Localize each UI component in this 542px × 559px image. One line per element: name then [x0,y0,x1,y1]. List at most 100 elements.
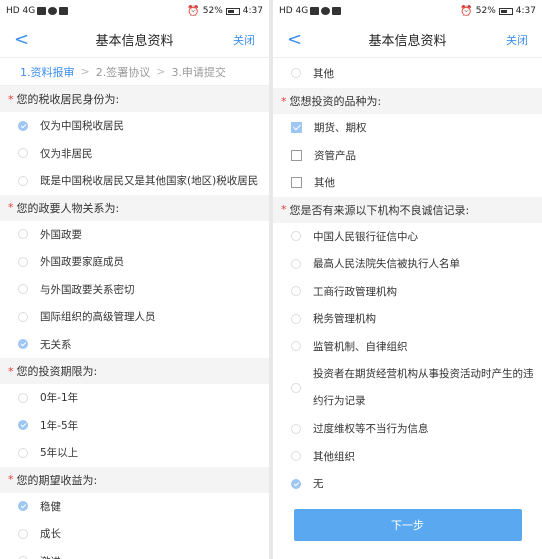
option-court-list[interactable]: 最高人民法院失信被执行人名单 [273,250,542,278]
option-term-1-5[interactable]: 1年-5年 [0,412,269,440]
option-label: 资管产品 [314,149,356,162]
back-icon[interactable]: < [14,29,54,50]
option-foreign-pep[interactable]: 外国政要 [0,221,269,249]
option-dual-resident[interactable]: 既是中国税收居民又是其他国家(地区)税收居民 [0,167,269,195]
nav-bar: < 基本信息资料 关闭 [0,22,269,58]
radio-button[interactable] [18,120,28,131]
option-futures-options[interactable]: 期货、期权 [273,114,542,142]
option-label: 仅为非居民 [40,147,93,160]
option-pep-close[interactable]: 与外国政要关系密切 [0,276,269,304]
next-button-wrap: 下一步 [273,509,542,541]
option-no-relation[interactable]: 无关系 [0,331,269,359]
radio-button[interactable] [291,423,301,434]
radio-button[interactable] [291,68,301,78]
battery-icon [498,7,513,15]
option-pboc-credit[interactable]: 中国人民银行征信中心 [273,223,542,251]
option-return-stable[interactable]: 稳健 [0,493,269,521]
signal-icon [310,7,320,15]
battery-percent: 52% [475,6,496,16]
option-label: 外国政要家庭成员 [40,256,124,269]
option-none[interactable]: 无 [273,470,542,498]
radio-button[interactable] [291,382,301,393]
required-marker: * [8,92,14,106]
option-label: 1年-5年 [40,419,79,432]
option-label: 税务管理机构 [313,313,376,326]
section-title: 您的投资期限为: [16,365,98,378]
option-return-aggressive[interactable]: 激进 [0,548,269,559]
checkbox[interactable] [291,177,302,189]
option-default-record[interactable]: 投资者在期货经营机构从事投资活动时产生的违约行为记录 [273,360,542,415]
radio-button[interactable] [18,175,28,186]
option-return-growth[interactable]: 成长 [0,520,269,548]
option-non-resident[interactable]: 仅为非居民 [0,140,269,168]
section-title: 您是否有来源以下机构不良诚信记录: [289,203,470,217]
option-regulator[interactable]: 监管机制、自律组织 [273,333,542,361]
radio-button[interactable] [291,313,301,324]
radio-button[interactable] [291,478,301,489]
radio-button[interactable] [18,392,28,403]
radio-button[interactable] [18,311,28,322]
radio-button[interactable] [18,420,28,431]
section-tax-residency-header: * 您的税收居民身份为: [0,86,269,112]
status-time: 4:37 [242,6,263,16]
checkbox[interactable] [291,122,302,134]
radio-button[interactable] [18,256,28,267]
option-china-resident[interactable]: 仅为中国税收居民 [0,112,269,140]
chat-icon [321,7,331,15]
radio-button[interactable] [18,339,28,350]
option-label: 外国政要 [40,228,82,241]
radio-button[interactable] [18,284,28,295]
required-marker: * [281,94,287,108]
radio-button[interactable] [18,447,28,458]
radio-button[interactable] [291,231,301,242]
status-bar: HD 4G ⏰ 52% 4:37 [273,0,542,22]
radio-button[interactable] [291,258,301,269]
radio-button[interactable] [18,528,28,539]
option-label: 投资者在期货经营机构从事投资活动时产生的违约行为记录 [313,367,534,407]
option-tax-authority[interactable]: 税务管理机构 [273,305,542,333]
radio-button[interactable] [291,451,301,462]
option-industry-commerce[interactable]: 工商行政管理机构 [273,278,542,306]
required-marker: * [8,473,14,486]
option-term-0-1[interactable]: 0年-1年 [0,384,269,412]
option-label: 0年-1年 [40,392,79,405]
page-title: 基本信息资料 [95,34,174,49]
option-label: 其他 [314,177,335,190]
chat-icon [48,7,58,15]
status-bar: HD 4G ⏰ 52% 4:37 [0,0,269,22]
radio-button[interactable] [18,229,28,240]
option-label: 仅为中国税收居民 [40,120,124,133]
status-network-label: HD 4G [6,6,36,16]
alarm-icon: ⏰ [460,5,473,17]
option-other-prev[interactable]: 其他 [273,58,542,88]
option-improper-rights[interactable]: 过度维权等不当行为信息 [273,415,542,443]
next-button[interactable]: 下一步 [293,509,522,541]
close-button[interactable]: 关闭 [215,32,255,48]
required-marker: * [8,201,14,214]
option-label: 期货、期权 [314,122,367,135]
close-button[interactable]: 关闭 [488,32,528,48]
section-title: 您的税收居民身份为: [16,93,120,106]
section-pep-header: * 您的政要人物关系为: [0,194,269,221]
option-pep-family[interactable]: 外国政要家庭成员 [0,248,269,276]
radio-button[interactable] [18,501,28,512]
option-term-5-plus[interactable]: 5年以上 [0,439,269,467]
checkbox[interactable] [291,149,302,161]
option-asset-mgmt[interactable]: 资管产品 [273,142,542,170]
option-other-org[interactable]: 其他组织 [273,443,542,471]
alarm-icon: ⏰ [187,5,200,17]
radio-button[interactable] [291,341,301,352]
radio-button[interactable] [18,148,28,159]
option-label: 监管机制、自律组织 [313,340,408,353]
back-icon[interactable]: < [287,29,327,50]
option-product-other[interactable]: 其他 [273,169,542,197]
option-label: 成长 [40,528,61,541]
battery-icon [225,7,240,15]
option-label: 中国人民银行征信中心 [313,230,418,243]
option-label: 与外国政要关系密切 [40,283,135,296]
status-network-label: HD 4G [279,6,309,16]
option-intl-org-exec[interactable]: 国际组织的高级管理人员 [0,303,269,331]
signal-icon [37,7,47,15]
required-marker: * [8,364,14,378]
radio-button[interactable] [291,286,301,297]
